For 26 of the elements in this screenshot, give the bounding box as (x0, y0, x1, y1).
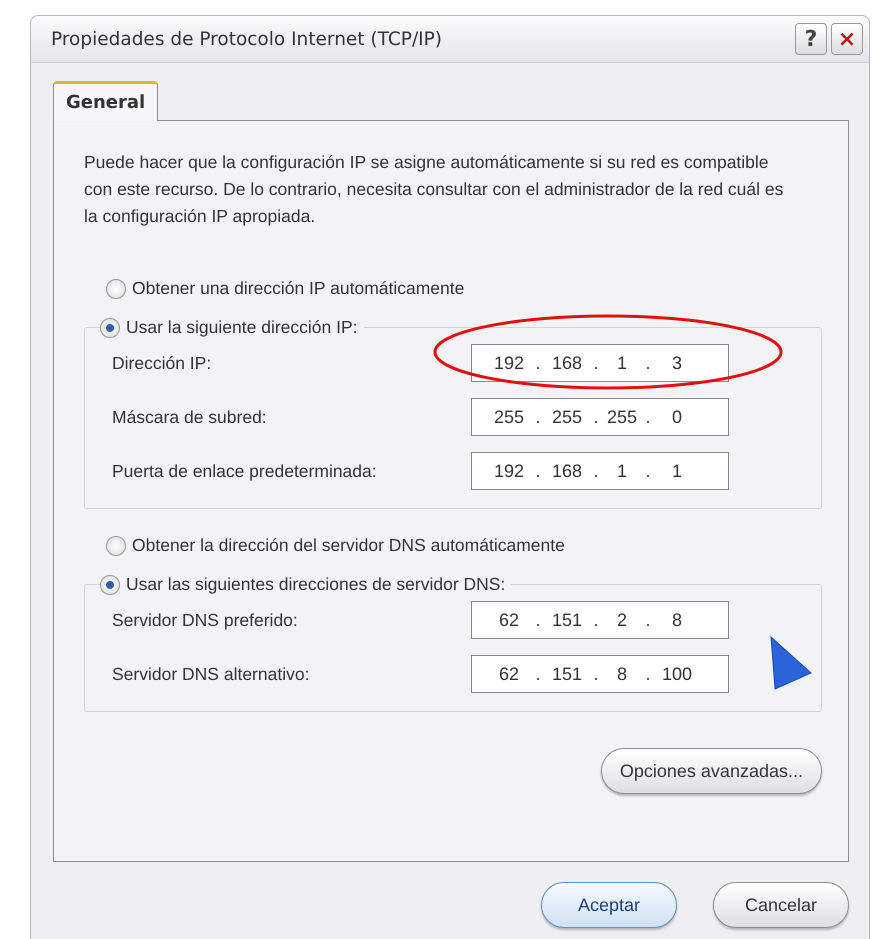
radio-option[interactable]: Obtener la dirección del servidor DNS automáticamente (106, 535, 848, 556)
field-label: Puerta de enlace predeterminada: (112, 460, 378, 482)
field-label: Servidor DNS alternativo: (112, 664, 310, 684)
accept-button[interactable]: Aceptar (541, 882, 677, 928)
radio-button[interactable] (106, 278, 126, 298)
radio-button[interactable] (100, 318, 120, 338)
radio-label: Obtener la dirección del servidor DNS automáticamente (132, 535, 565, 556)
close-button[interactable]: × (831, 23, 863, 55)
radio-label: Obtener una dirección IP automáticamente (132, 278, 464, 299)
field-label: Máscara de subred: (112, 406, 268, 428)
radio-button[interactable] (106, 536, 126, 556)
ip-address-field[interactable]: 192 . 168 . 1 . 1 (471, 452, 729, 490)
ip-address-field[interactable]: 62 . 151 . 2 . 8 (471, 601, 729, 639)
radio-option[interactable]: Obtener una dirección IP automáticamente (106, 278, 848, 299)
radio-button[interactable] (100, 574, 120, 594)
cancel-button[interactable]: Cancelar (713, 882, 849, 928)
help-button[interactable]: ? (795, 23, 827, 55)
advanced-options-button[interactable]: Opciones avanzadas... (600, 748, 822, 794)
tab[interactable]: General (53, 81, 158, 121)
field-label: Servidor DNS preferido: (112, 610, 299, 630)
intro-text: Puede hacer que la configuración IP se asigne automáticamente si su red es compatible con este recurso. De lo contrario, necesita consultar con el administrador de la red cuál es la configuración IP apropiada. (84, 151, 784, 228)
ip-address-field[interactable]: 192 . 168 . 1 . 3 (471, 344, 729, 382)
ip-address-field[interactable]: 62 . 151 . 8 . 100 (471, 655, 729, 693)
window-title: Propiedades de Protocolo Internet (TCP/IP) (51, 28, 442, 50)
ip-address-field[interactable]: 255 . 255 . 255 . 0 (471, 398, 729, 436)
field-label: Dirección IP: (112, 352, 212, 374)
